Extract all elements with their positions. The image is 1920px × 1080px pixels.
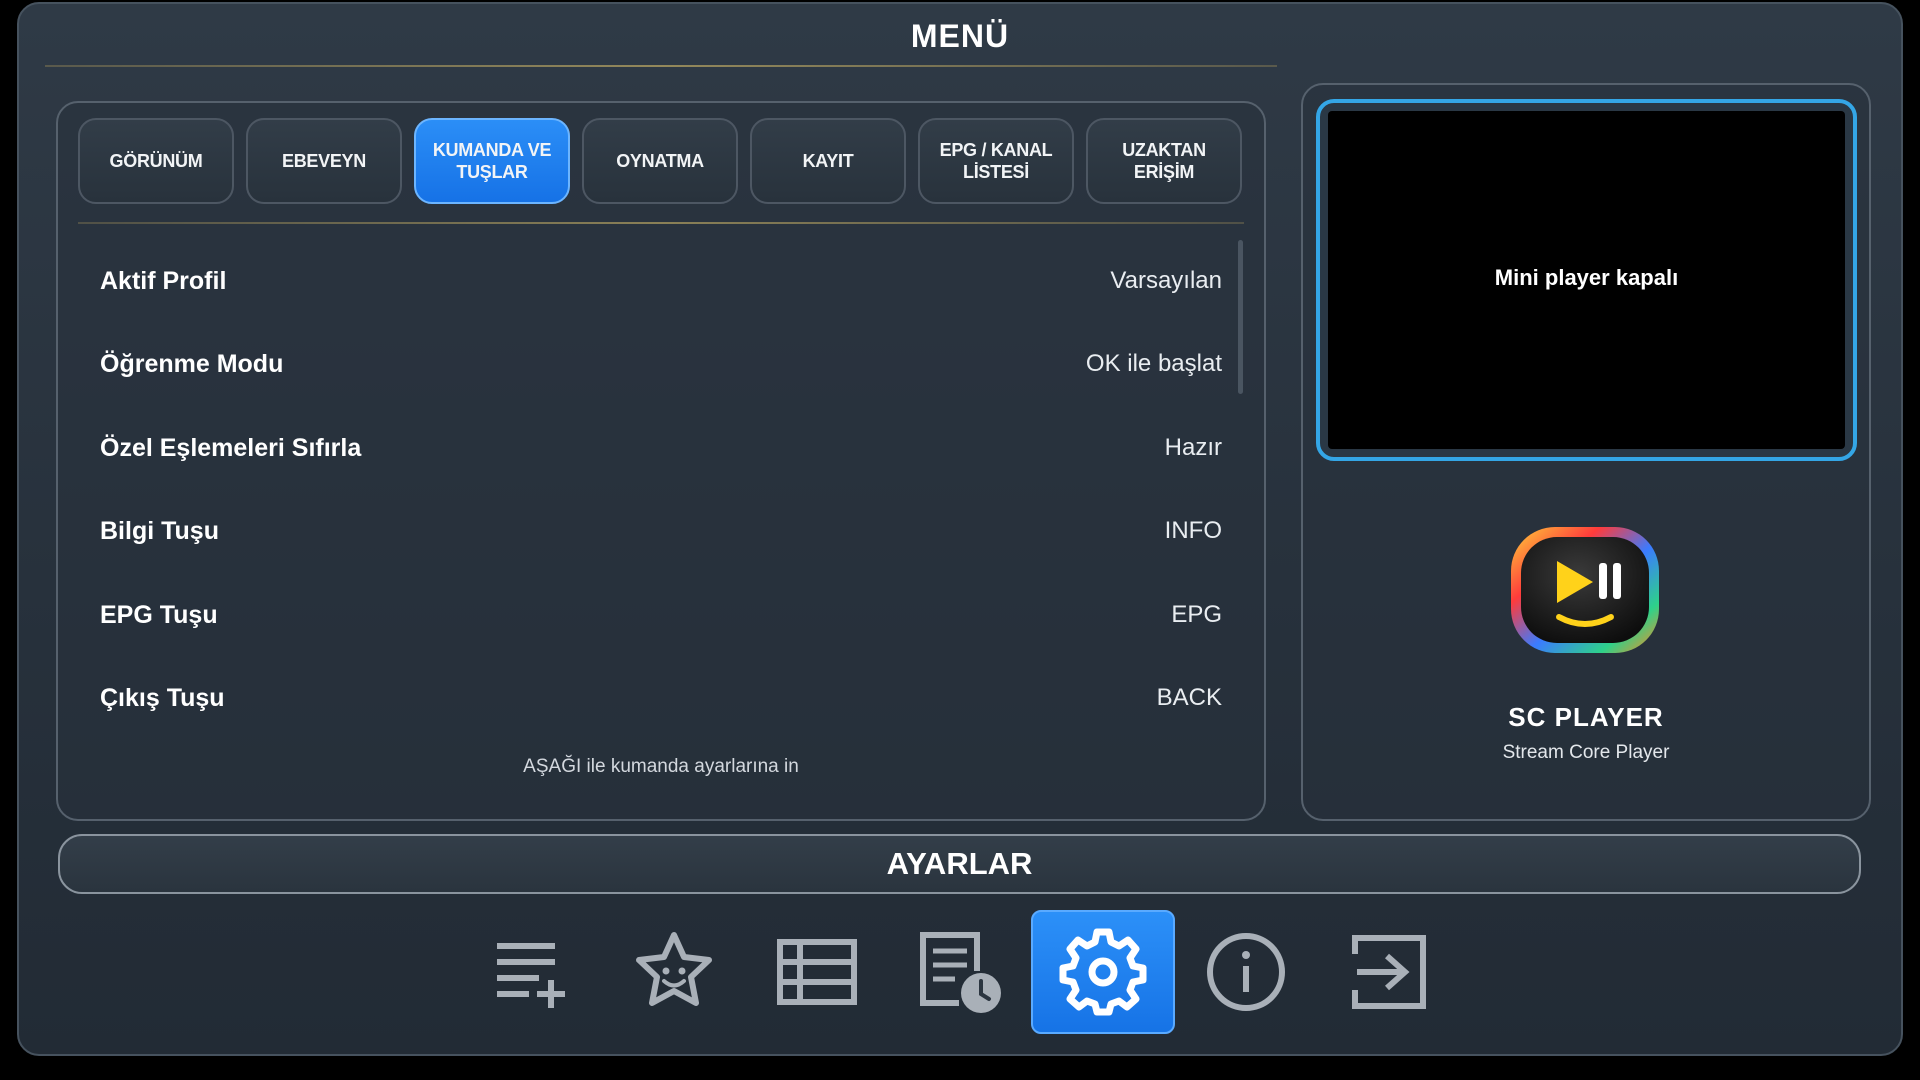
- tab-kumanda-ve-tuslar[interactable]: KUMANDA VE TUŞLAR: [414, 118, 570, 204]
- favorites-star-icon: [636, 932, 712, 1006]
- list-grid-icon: [777, 939, 857, 1005]
- settings-scrollbar[interactable]: [1238, 240, 1243, 394]
- settings-gear-icon: [1059, 928, 1147, 1016]
- setting-row-cikis-tusu[interactable]: Çıkış Tuşu BACK: [100, 673, 1222, 723]
- nav-epg-history[interactable]: [888, 910, 1032, 1034]
- setting-value: BACK: [1156, 684, 1222, 711]
- epg-history-icon: [920, 932, 1001, 1013]
- navigation-hint: AŞAĞI ile kumanda ayarlarına in: [523, 756, 799, 777]
- tab-uzaktan-erisim[interactable]: UZAKTAN ERİŞİM: [1086, 118, 1242, 204]
- setting-row-bilgi-tusu[interactable]: Bilgi Tuşu INFO: [100, 506, 1222, 556]
- setting-value: Hazır: [1164, 434, 1222, 461]
- app-name: SC PLAYER: [1508, 702, 1664, 732]
- tab-kayit[interactable]: KAYIT: [750, 118, 906, 204]
- setting-label: Bilgi Tuşu: [100, 516, 219, 545]
- setting-label: Çıkış Tuşu: [100, 683, 225, 712]
- section-bar: AYARLAR: [58, 834, 1861, 894]
- category-tabs: GÖRÜNÜM EBEVEYN KUMANDA VE TUŞLAR OYNATM…: [78, 118, 1244, 206]
- add-playlist-icon: [497, 943, 565, 1008]
- nav-settings[interactable]: [1031, 910, 1175, 1034]
- mini-player[interactable]: Mini player kapalı: [1316, 99, 1857, 461]
- play-pause-logo-icon: [1511, 527, 1659, 653]
- info-icon: [1207, 933, 1285, 1011]
- bottom-nav: [0, 910, 1920, 1036]
- setting-label: EPG Tuşu: [100, 600, 218, 629]
- tab-epg-kanal-listesi[interactable]: EPG / KANAL LİSTESİ: [918, 118, 1074, 204]
- page-title: MENÜ: [910, 18, 1010, 54]
- nav-channel-list[interactable]: [745, 910, 889, 1034]
- setting-value: Varsayılan: [1110, 267, 1222, 294]
- setting-value: EPG: [1171, 601, 1222, 628]
- nav-info[interactable]: [1174, 910, 1318, 1034]
- exit-icon: [1352, 935, 1426, 1009]
- setting-label: Aktif Profil: [100, 266, 227, 295]
- title-divider: [45, 65, 1277, 67]
- setting-row-ozel-eslemeleri-sifirla[interactable]: Özel Eşlemeleri Sıfırla Hazır: [100, 423, 1222, 473]
- setting-row-aktif-profil[interactable]: Aktif Profil Varsayılan: [100, 256, 1222, 306]
- setting-value: INFO: [1164, 517, 1222, 544]
- nav-add-playlist[interactable]: [459, 910, 603, 1034]
- setting-label: Özel Eşlemeleri Sıfırla: [100, 433, 362, 462]
- nav-exit[interactable]: [1317, 910, 1461, 1034]
- setting-row-ogrenme-modu[interactable]: Öğrenme Modu OK ile başlat: [100, 339, 1222, 389]
- tabs-divider: [78, 222, 1244, 224]
- section-bar-label: AYARLAR: [886, 846, 1033, 881]
- tab-ebeveyn[interactable]: EBEVEYN: [246, 118, 402, 204]
- tab-gorunum[interactable]: GÖRÜNÜM: [78, 118, 234, 204]
- app-subtitle: Stream Core Player: [1502, 742, 1670, 763]
- mini-player-status: Mini player kapalı: [1494, 265, 1679, 290]
- mini-player-screen: Mini player kapalı: [1328, 111, 1845, 449]
- setting-row-epg-tusu[interactable]: EPG Tuşu EPG: [100, 590, 1222, 640]
- setting-label: Öğrenme Modu: [100, 349, 284, 378]
- setting-value: OK ile başlat: [1085, 350, 1222, 377]
- tab-oynatma[interactable]: OYNATMA: [582, 118, 738, 204]
- nav-favorites[interactable]: [602, 910, 746, 1034]
